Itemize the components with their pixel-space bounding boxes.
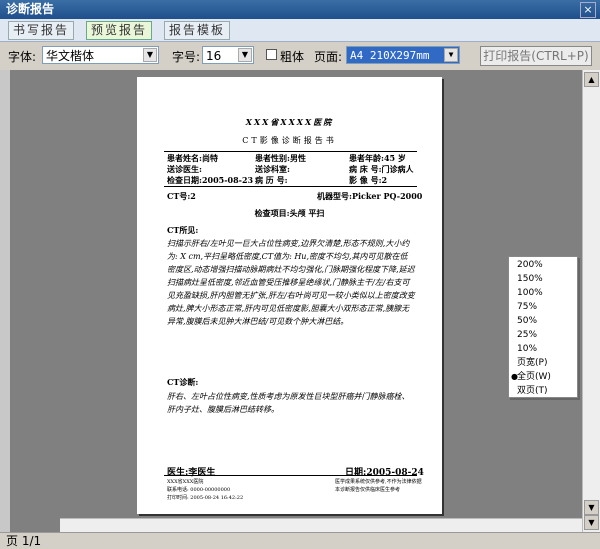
zoom-item-page-width[interactable]: 页宽(P): [517, 357, 547, 370]
findings-label: CT所见:: [167, 225, 199, 235]
font-label: 字体:: [8, 50, 37, 64]
zoom-item-25[interactable]: 25%: [517, 329, 537, 342]
status-bar: 页 1/1: [0, 532, 600, 549]
zoom-item-150[interactable]: 150%: [517, 273, 543, 286]
page-size-select[interactable]: A4 210X297mm ▼: [346, 46, 460, 64]
divider: [164, 186, 417, 187]
referring-dept: 送诊科室:: [255, 164, 290, 174]
patient-name: 患者姓名:尚特: [167, 153, 218, 163]
bold-checkbox[interactable]: [266, 49, 277, 60]
scroll-down-icon[interactable]: ▼: [584, 500, 599, 515]
font-value: 华文楷体: [46, 49, 95, 63]
scroll-down-icon[interactable]: ▼: [584, 515, 599, 530]
divider: [164, 151, 417, 152]
exam-items: 检查项目:头颅 平扫: [254, 208, 325, 218]
hospital-name: XXX省XXXX医院: [245, 117, 334, 127]
page-label: 页面:: [314, 50, 343, 64]
chevron-down-icon[interactable]: ▼: [143, 48, 157, 62]
bold-label: 粗体: [280, 50, 305, 64]
chevron-down-icon[interactable]: ▼: [238, 48, 252, 62]
diagnosis-label: CT诊断:: [167, 377, 199, 387]
horizontal-scrollbar[interactable]: [60, 518, 582, 533]
scroll-up-icon[interactable]: ▲: [584, 72, 599, 87]
zoom-item-two-pages[interactable]: 双页(T): [517, 385, 548, 398]
window-titlebar: 诊断报告 ×: [0, 0, 600, 19]
bed-number: 病 床 号:门诊病人: [349, 164, 414, 174]
footer-phone: 联系电话: 0000-00000000: [167, 487, 231, 493]
footer-hospital: XXX省XXX医院: [167, 479, 204, 485]
font-select[interactable]: 华文楷体 ▼: [42, 46, 159, 64]
tab-bar: 书写报告 预览报告 报告模板: [0, 19, 600, 42]
patient-age: 患者年龄:45 岁: [349, 153, 406, 163]
zoom-item-50[interactable]: 50%: [517, 315, 537, 328]
tab-preview-report[interactable]: 预览报告: [86, 21, 153, 40]
size-value: 16: [206, 49, 222, 63]
chevron-down-icon[interactable]: ▼: [444, 48, 458, 62]
tab-report-template[interactable]: 报告模板: [164, 21, 231, 40]
report-page: XXX省XXXX医院 CT影像诊断报告书 患者姓名:尚特 患者性别:男性 患者年…: [137, 77, 442, 514]
exam-date: 检查日期:2005-08-23: [167, 175, 254, 185]
image-number: 影 像 号:2: [349, 175, 388, 185]
zoom-item-full-page[interactable]: 全页(W): [517, 371, 551, 384]
page-size-value: A4 210X297mm: [350, 49, 430, 62]
machine-model: 机器型号:Picker PQ-2000: [317, 191, 423, 201]
footer-print-time: 打印时间: 2005-08-24 16:42:22: [167, 495, 244, 501]
zoom-item-10[interactable]: 10%: [517, 343, 537, 356]
format-toolbar: 字体: 华文楷体 ▼ 字号: 16 ▼ 粗体 页面: A4 210X297mm …: [0, 42, 600, 68]
zoom-item-100[interactable]: 100%: [517, 287, 543, 300]
footer-note-2: 本诊断报告仅供临床医生参考: [335, 487, 401, 493]
referring-doctor: 送诊医生:: [167, 164, 202, 174]
findings-text: 扫描示肝右/左叶见一巨大占位性病变,边界欠清楚,形态不规则,大小约为: X cm…: [167, 239, 415, 326]
patient-sex: 患者性别:男性: [255, 153, 306, 163]
size-select[interactable]: 16 ▼: [202, 46, 254, 64]
left-gutter: [0, 70, 10, 532]
close-icon[interactable]: ×: [580, 2, 596, 18]
diagnosis-text: 肝右、左叶占位性病变,性质考虑为原发性巨块型肝癌并门静脉癌栓、肝内子灶、腹膜后淋…: [167, 392, 410, 414]
report-title: CT影像诊断报告书: [242, 136, 337, 145]
ct-number: CT号:2: [167, 191, 196, 201]
window-title: 诊断报告: [6, 2, 55, 16]
vertical-scrollbar[interactable]: ▲ ▼ ▼: [582, 70, 600, 532]
page-indicator: 页 1/1: [6, 534, 42, 548]
divider: [164, 475, 417, 476]
size-label: 字号:: [172, 50, 201, 64]
record-number: 病 历 号:: [255, 175, 288, 185]
doctor-name: 医生:李医生: [167, 468, 216, 478]
zoom-item-75[interactable]: 75%: [517, 301, 537, 314]
zoom-context-menu: 200% 150% 100% 75% 50% 25% 10% 页宽(P) ● 全…: [508, 256, 578, 398]
print-report-button[interactable]: 打印报告(CTRL+P): [480, 46, 592, 66]
footer-note-1: 医学成果系统仅供参考,不作为法律依据: [335, 479, 422, 485]
tab-write-report[interactable]: 书写报告: [8, 21, 75, 40]
zoom-item-200[interactable]: 200%: [517, 259, 543, 272]
report-date: 日期:2005-08-24: [345, 468, 424, 478]
